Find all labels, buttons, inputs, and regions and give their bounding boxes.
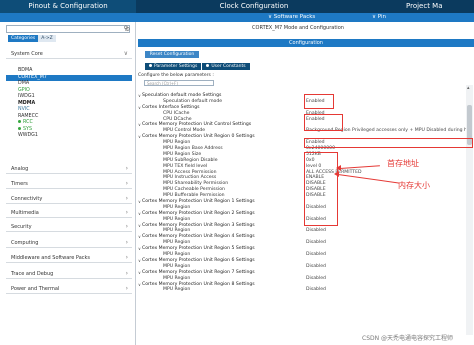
system-core-item-label: RAMECC	[18, 113, 39, 119]
chevron-right-icon: ›	[125, 254, 128, 261]
reset-configuration-button[interactable]: Reset Configuration	[145, 51, 199, 58]
category-label: System Core	[11, 51, 43, 57]
tab-label: Parameter Settings	[154, 64, 198, 69]
tab-user-constants[interactable]: User Constants	[202, 63, 250, 70]
category-label: Timers	[11, 181, 28, 187]
mode-title: CORTEX_M7 Mode and Configuration	[252, 25, 344, 31]
category-multimedia[interactable]: Multimedia ›	[6, 208, 132, 218]
highlight-box-speculation	[304, 94, 334, 109]
category-label: Middleware and Software Packs	[11, 255, 91, 261]
radio-dot-icon	[206, 64, 210, 67]
tree-param-row[interactable]: MPU Region Disabled	[138, 287, 466, 293]
highlight-box-cache	[304, 114, 343, 131]
param-label: MPU Region	[163, 287, 191, 293]
param-value[interactable]: Disabled	[306, 287, 326, 293]
vertical-scrollbar[interactable]: ▴	[466, 85, 473, 335]
chevron-right-icon: ›	[125, 239, 128, 246]
az-button[interactable]: A->Z	[38, 35, 56, 42]
category-security[interactable]: Security ›	[6, 222, 132, 232]
system-core-item-label: IWDG1	[18, 94, 35, 99]
category-analog[interactable]: Analog ›	[6, 164, 132, 174]
status-dot-icon	[18, 120, 21, 123]
category-connectivity[interactable]: Connectivity ›	[6, 194, 132, 204]
annotation-size: 内存大小	[398, 181, 430, 190]
chevron-right-icon: ›	[125, 165, 128, 172]
radio-dot-icon	[149, 64, 152, 67]
tab-project-manager[interactable]: Project Ma	[372, 0, 474, 13]
system-core-item-label: NVIC	[18, 107, 30, 112]
tab-clock-configuration[interactable]: Clock Configuration	[138, 0, 370, 13]
system-core-item-label: DMA	[18, 81, 30, 86]
system-core-item[interactable]: WWDG1	[6, 133, 132, 140]
category-label: Trace and Debug	[11, 271, 54, 277]
category-label: Power and Thermal	[11, 286, 60, 292]
category-label: Multimedia	[11, 210, 39, 216]
chevron-right-icon: ›	[125, 209, 128, 216]
parameter-tabs: Parameter Settings User Constants	[145, 63, 251, 70]
system-core-item-label: RCC	[23, 120, 33, 125]
watermark: CSDN @天禿电通电容探究工程师	[362, 335, 454, 342]
chevron-right-icon: ›	[125, 270, 128, 277]
tab-pinout-configuration[interactable]: Pinout & Configuration	[0, 0, 136, 13]
sort-toggle: Categories A->Z	[8, 35, 56, 42]
category-label: Security	[11, 224, 32, 230]
category-power-and-thermal[interactable]: Power and Thermal ›	[6, 284, 132, 294]
system-core-item-label: CORTEX_M7	[18, 74, 47, 80]
configuration-header: Configuration	[138, 39, 474, 47]
arrowhead-icon	[334, 171, 339, 177]
categories-button[interactable]: Categories	[8, 35, 39, 42]
configure-instructions: Configure the below parameters :	[138, 73, 214, 78]
category-trace-and-debug[interactable]: Trace and Debug ›	[6, 269, 132, 279]
gear-icon[interactable]: ⚙	[125, 26, 130, 33]
tab-parameter-settings[interactable]: Parameter Settings	[145, 63, 202, 70]
category-label: Computing	[11, 240, 39, 246]
chevron-right-icon: ›	[125, 180, 128, 187]
annotation-base-address: 首存地址	[387, 159, 419, 168]
highlight-box-mpu-control	[304, 138, 473, 148]
system-core-item-label: MDMA	[18, 100, 36, 106]
category-middleware-and-software-packs[interactable]: Middleware and Software Packs ›	[6, 253, 132, 263]
system-core-item-label: WWDG1	[18, 133, 38, 138]
category-label: Analog	[11, 166, 29, 172]
category-system-core[interactable]: System Core ∨	[6, 49, 132, 59]
system-core-item-label: BDMA	[18, 68, 33, 73]
category-search-input[interactable]: ⚲	[6, 25, 130, 33]
pinout-menu[interactable]: ∨ Pin	[372, 13, 386, 22]
chevron-right-icon: ›	[125, 223, 128, 230]
parameter-search-input[interactable]: Search (Ctrl+F)	[144, 80, 214, 86]
category-computing[interactable]: Computing ›	[6, 238, 132, 248]
status-dot-icon	[18, 126, 21, 130]
tab-label: User Constants	[211, 64, 246, 69]
category-panel: ⚲ ⚙ Categories A->Z System Core ∨ BDMA COR…	[0, 22, 136, 345]
highlight-box-region0	[304, 152, 338, 226]
sub-menu-bar: ∨ Software Packs ∨ Pin	[0, 13, 474, 22]
parameter-tree: ∨ Speculation default mode Settings Specul…	[138, 93, 467, 293]
system-core-item-label: GPIO	[18, 87, 30, 93]
chevron-down-icon: ∨	[123, 50, 128, 57]
chevron-right-icon: ›	[125, 285, 128, 292]
software-packs-menu[interactable]: ∨ Software Packs	[268, 13, 315, 22]
top-tab-bar: Pinout & Configuration Clock Configurati…	[0, 0, 474, 13]
system-core-item-label: SYS	[23, 126, 33, 132]
system-core-list: BDMA CORTEX_M7 DMA GPIO IWDG1 MDMA NVIC RAMECC R…	[6, 68, 132, 140]
category-label: Connectivity	[11, 196, 43, 202]
chevron-right-icon: ›	[125, 195, 128, 202]
scroll-up-icon[interactable]: ▴	[467, 85, 470, 91]
category-timers[interactable]: Timers ›	[6, 179, 132, 189]
